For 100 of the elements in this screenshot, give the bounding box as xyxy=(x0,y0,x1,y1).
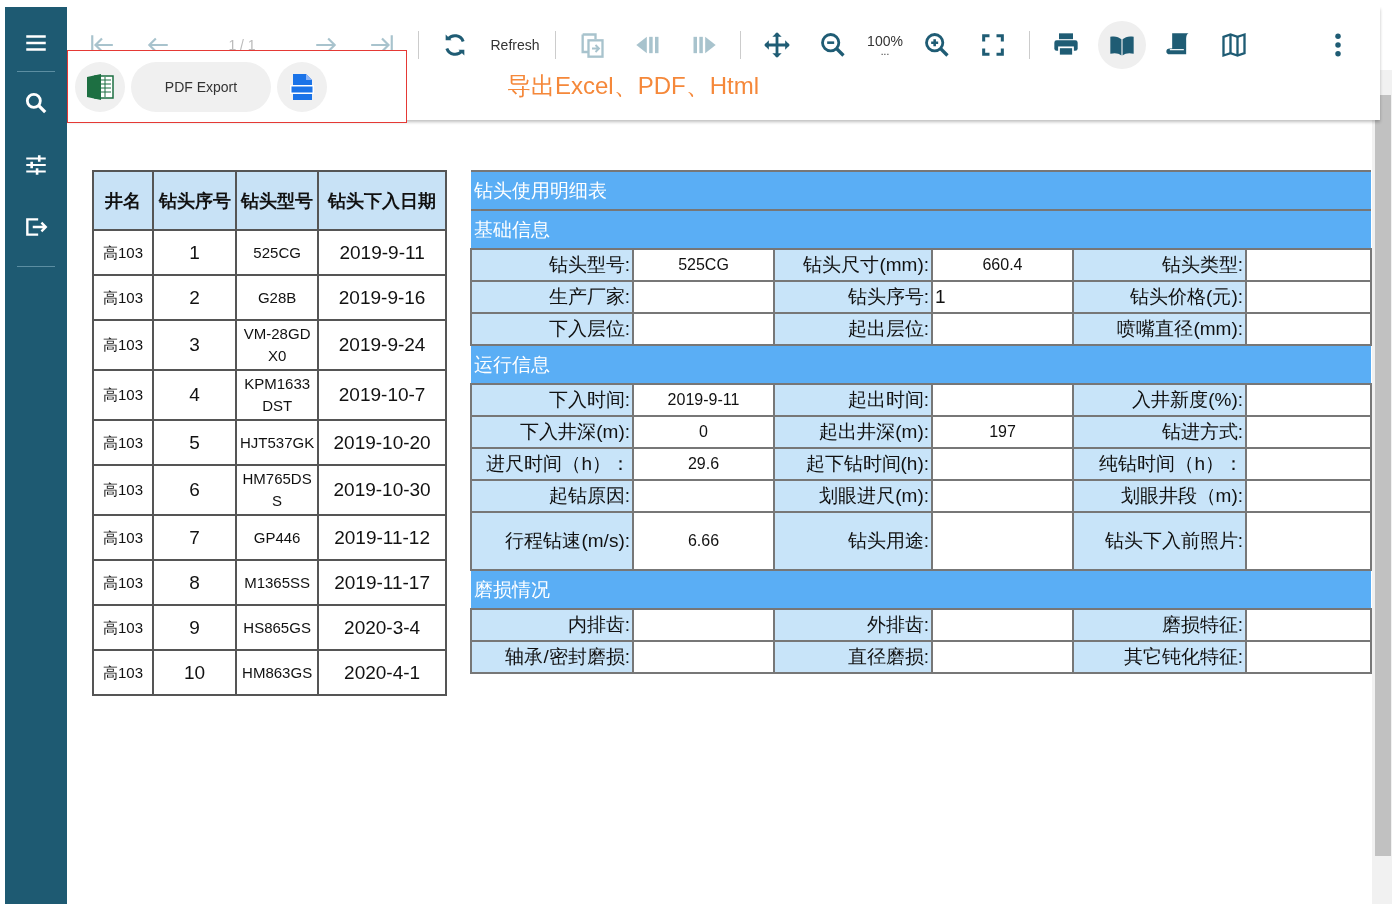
table-cell: 2020-4-1 xyxy=(318,650,446,695)
table-cell: 4 xyxy=(153,370,237,420)
excel-export-button[interactable] xyxy=(75,61,125,112)
table-cell: 高103 xyxy=(93,515,154,560)
field-value: 1 xyxy=(932,281,1073,313)
table-cell: VM-28GDX0 xyxy=(236,320,319,370)
spreadsheet-icon xyxy=(85,71,115,102)
field-label: 钻头序号: xyxy=(774,281,932,313)
table-cell: 高103 xyxy=(93,370,154,420)
table-cell: 8 xyxy=(153,560,237,605)
field-label: 喷嘴直径(mm): xyxy=(1073,313,1246,345)
html-export-button[interactable] xyxy=(277,61,327,112)
table-cell: 2019-9-11 xyxy=(318,230,446,275)
field-value: 525CG xyxy=(633,249,774,281)
field-label: 直径磨损: xyxy=(774,641,932,673)
table-cell: HM863GS xyxy=(236,650,319,695)
table-cell: 高103 xyxy=(93,420,154,465)
field-label: 磨损特征: xyxy=(1073,609,1246,641)
column-header: 钻头下入日期 xyxy=(318,171,446,230)
field-label: 行程钻速(m/s): xyxy=(471,512,633,570)
zoom-in-icon xyxy=(923,31,951,59)
field-label: 起出时间: xyxy=(774,384,932,416)
field-label: 内排齿: xyxy=(471,609,633,641)
field-label: 其它钝化特征: xyxy=(1073,641,1246,673)
column-header: 钻头型号 xyxy=(236,171,319,230)
table-cell: HJT537GK xyxy=(236,420,319,465)
field-value: 0 xyxy=(633,416,774,448)
table-cell: 高103 xyxy=(93,560,154,605)
table-cell: 高103 xyxy=(93,320,154,370)
table-cell: HS865GS xyxy=(236,605,319,650)
column-header: 钻头序号 xyxy=(153,171,237,230)
zoom-level[interactable]: 100% ... xyxy=(865,21,905,69)
table-cell: 2020-3-4 xyxy=(318,605,446,650)
table-cell: 2 xyxy=(153,275,237,320)
table-cell: 高103 xyxy=(93,650,154,695)
table-cell: 2019-11-12 xyxy=(318,515,446,560)
field-label: 生产厂家: xyxy=(471,281,633,313)
field-label: 外排齿: xyxy=(774,609,932,641)
field-label: 划眼进尺(m): xyxy=(774,480,932,512)
section-header: 磨损情况 xyxy=(471,570,1371,609)
field-label: 钻头用途: xyxy=(774,512,932,570)
table-cell: 2019-10-7 xyxy=(318,370,446,420)
table-cell: 10 xyxy=(153,650,237,695)
field-label: 钻头价格(元): xyxy=(1073,281,1246,313)
table-cell: 9 xyxy=(153,605,237,650)
fullscreen-icon xyxy=(979,31,1007,59)
field-label: 下入井深(m): xyxy=(471,416,633,448)
table-cell: 7 xyxy=(153,515,237,560)
table-cell: 1 xyxy=(153,230,237,275)
section-header: 运行信息 xyxy=(471,345,1371,384)
field-label: 下入层位: xyxy=(471,313,633,345)
field-value: 6.66 xyxy=(633,512,774,570)
table-cell: 2019-9-16 xyxy=(318,275,446,320)
book-button[interactable] xyxy=(1098,21,1146,69)
table-cell: G28B xyxy=(236,275,319,320)
table-cell: KPM1633DST xyxy=(236,370,319,420)
table-cell: 6 xyxy=(153,465,237,515)
table-cell: 2019-10-20 xyxy=(318,420,446,465)
html-file-icon xyxy=(287,71,317,102)
sliders-icon xyxy=(23,152,49,178)
more-icon xyxy=(1335,33,1341,57)
annotation-text: 导出Excel、PDF、Html xyxy=(507,71,759,101)
table-cell: 高103 xyxy=(93,230,154,275)
section-header: 基础信息 xyxy=(471,210,1371,249)
field-value: 29.6 xyxy=(633,448,774,480)
table-cell: GP446 xyxy=(236,515,319,560)
table-cell: 高103 xyxy=(93,605,154,650)
field-value: 2019-9-11 xyxy=(633,384,774,416)
table-cell: 5 xyxy=(153,420,237,465)
table-cell: HM765DSS xyxy=(236,465,319,515)
field-label: 纯钻时间（h）： xyxy=(1073,448,1246,480)
move-icon xyxy=(763,31,791,59)
field-label: 钻进方式: xyxy=(1073,416,1246,448)
pdf-export-button[interactable]: PDF Export xyxy=(131,61,271,112)
field-label: 钻头下入前照片: xyxy=(1073,512,1246,570)
table-cell: 2019-10-30 xyxy=(318,465,446,515)
field-label: 起钻原因: xyxy=(471,480,633,512)
field-label: 钻头类型: xyxy=(1073,249,1246,281)
table-title: 钻头使用明细表 xyxy=(471,171,1371,210)
field-label: 轴承/密封磨损: xyxy=(471,641,633,673)
field-value: 197 xyxy=(932,416,1073,448)
field-label: 钻头型号: xyxy=(471,249,633,281)
field-label: 起出层位: xyxy=(774,313,932,345)
scrollbar-thumb[interactable] xyxy=(1375,95,1391,856)
field-value: 660.4 xyxy=(932,249,1073,281)
table-cell: 2019-9-24 xyxy=(318,320,446,370)
table-cell: 2019-11-17 xyxy=(318,560,446,605)
field-label: 起下钻时间(h): xyxy=(774,448,932,480)
table-cell: 高103 xyxy=(93,275,154,320)
column-header: 井名 xyxy=(93,171,154,230)
field-label: 钻头尺寸(mm): xyxy=(774,249,932,281)
refresh-button[interactable]: Refresh xyxy=(487,21,543,69)
field-label: 入井新度(%): xyxy=(1073,384,1246,416)
field-label: 进尺时间（h）： xyxy=(471,448,633,480)
field-label: 下入时间: xyxy=(471,384,633,416)
zoom-out-icon xyxy=(819,31,847,59)
table-cell: 525CG xyxy=(236,230,319,275)
field-label: 划眼井段（m): xyxy=(1073,480,1246,512)
map-icon xyxy=(1220,31,1248,59)
search-icon xyxy=(23,90,49,116)
